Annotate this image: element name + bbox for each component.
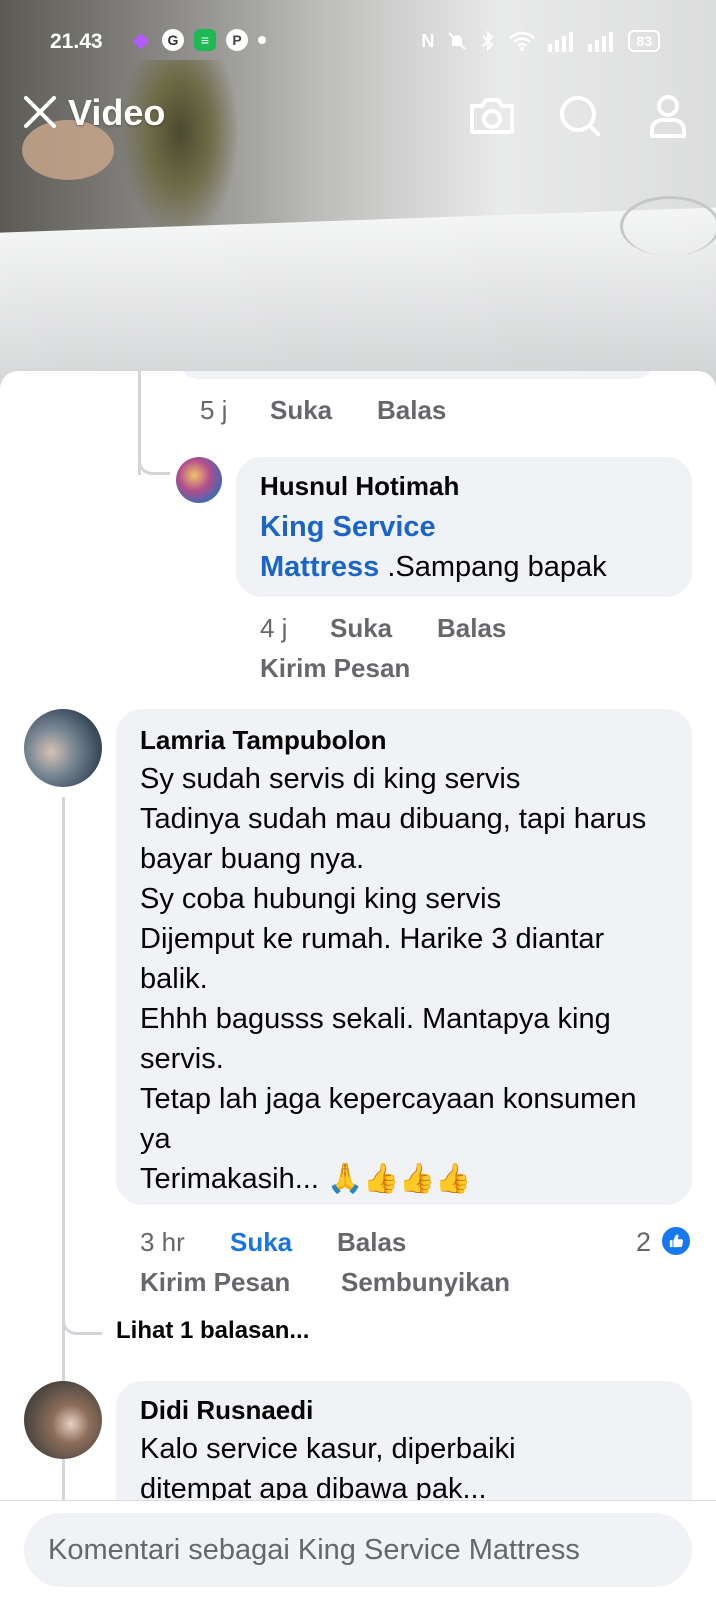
page-title: Video <box>68 92 166 133</box>
wifi-icon <box>509 31 536 51</box>
comment-author[interactable]: Lamria Tampubolon <box>140 725 387 756</box>
nfc-icon: N <box>421 30 435 51</box>
comment-bubble-partial <box>176 371 658 379</box>
comment-bubble[interactable]: Husnul Hotimah King Service Mattress .Sa… <box>236 457 692 597</box>
comment-text-body: .Sampang bapak <box>379 551 607 583</box>
spotify-icon: ≡ <box>194 29 216 51</box>
like-button[interactable]: Suka <box>270 395 332 426</box>
status-system-icons: N 83 <box>421 30 660 52</box>
avatar[interactable] <box>24 709 102 787</box>
thread-connector <box>62 1311 102 1335</box>
send-message-button[interactable]: Kirim Pesan <box>260 653 410 684</box>
comment-text: Sy sudah servis di king servis Tadinya s… <box>140 763 647 1195</box>
comment-bubble[interactable]: Lamria Tampubolon Sy sudah servis di kin… <box>116 709 692 1205</box>
comment-composer <box>0 1500 716 1600</box>
status-bar: 21.43 ◆ G ≡ P N 83 <box>0 22 716 62</box>
video-top-bar: Video <box>0 86 716 146</box>
comments-panel[interactable]: 5 j Suka Balas Husnul Hotimah King Servi… <box>0 371 716 1501</box>
g-app-icon: G <box>162 29 184 51</box>
reaction-count[interactable]: 2 <box>636 1227 651 1258</box>
comment-time: 5 j <box>200 395 228 425</box>
signal-icon <box>588 32 614 52</box>
avatar[interactable] <box>176 457 222 503</box>
comment-author[interactable]: Didi Rusnaedi <box>140 1395 313 1426</box>
like-button[interactable]: Suka <box>230 1227 292 1258</box>
search-icon[interactable] <box>554 92 606 140</box>
like-reaction-icon[interactable] <box>660 1225 692 1257</box>
mute-icon <box>448 32 467 50</box>
hide-button[interactable]: Sembunyikan <box>341 1267 510 1298</box>
close-icon[interactable] <box>22 94 58 130</box>
comment-time: 4 j <box>260 613 288 643</box>
reply-button[interactable]: Balas <box>437 613 506 644</box>
signal-icon <box>548 32 574 52</box>
bluetooth-icon <box>482 30 494 52</box>
comment-text: Kalo service kasur, diperbaiki ditempat … <box>140 1433 516 1501</box>
mention-link[interactable]: King Service <box>260 511 436 543</box>
reply-button[interactable]: Balas <box>377 395 446 426</box>
thread-connector <box>138 441 170 475</box>
camera-icon[interactable] <box>466 92 518 140</box>
profile-icon[interactable] <box>642 92 694 140</box>
avatar[interactable] <box>24 1381 102 1459</box>
like-button[interactable]: Suka <box>330 613 392 644</box>
comment-author[interactable]: Husnul Hotimah <box>260 471 459 502</box>
mention-link[interactable]: Mattress <box>260 551 379 583</box>
video-frame-plate <box>620 196 716 256</box>
send-message-button[interactable]: Kirim Pesan <box>140 1267 290 1298</box>
notification-dot <box>258 36 266 44</box>
status-app-icons: ◆ G ≡ P <box>130 29 266 51</box>
comment-bubble[interactable]: Didi Rusnaedi Kalo service kasur, diperb… <box>116 1381 692 1501</box>
battery-indicator: 83 <box>628 30 660 52</box>
thread-connector <box>62 1469 65 1501</box>
comment-text: King Service Mattress .Sampang bapak <box>260 507 680 587</box>
pinterest-icon: P <box>226 29 248 51</box>
reply-button[interactable]: Balas <box>337 1227 406 1258</box>
status-time: 21.43 <box>50 30 103 53</box>
view-replies-link[interactable]: Lihat 1 balasan... <box>116 1317 309 1345</box>
comment-input[interactable] <box>24 1513 692 1587</box>
twitch-icon: ◆ <box>132 27 150 52</box>
comment-time: 3 hr <box>140 1227 185 1257</box>
